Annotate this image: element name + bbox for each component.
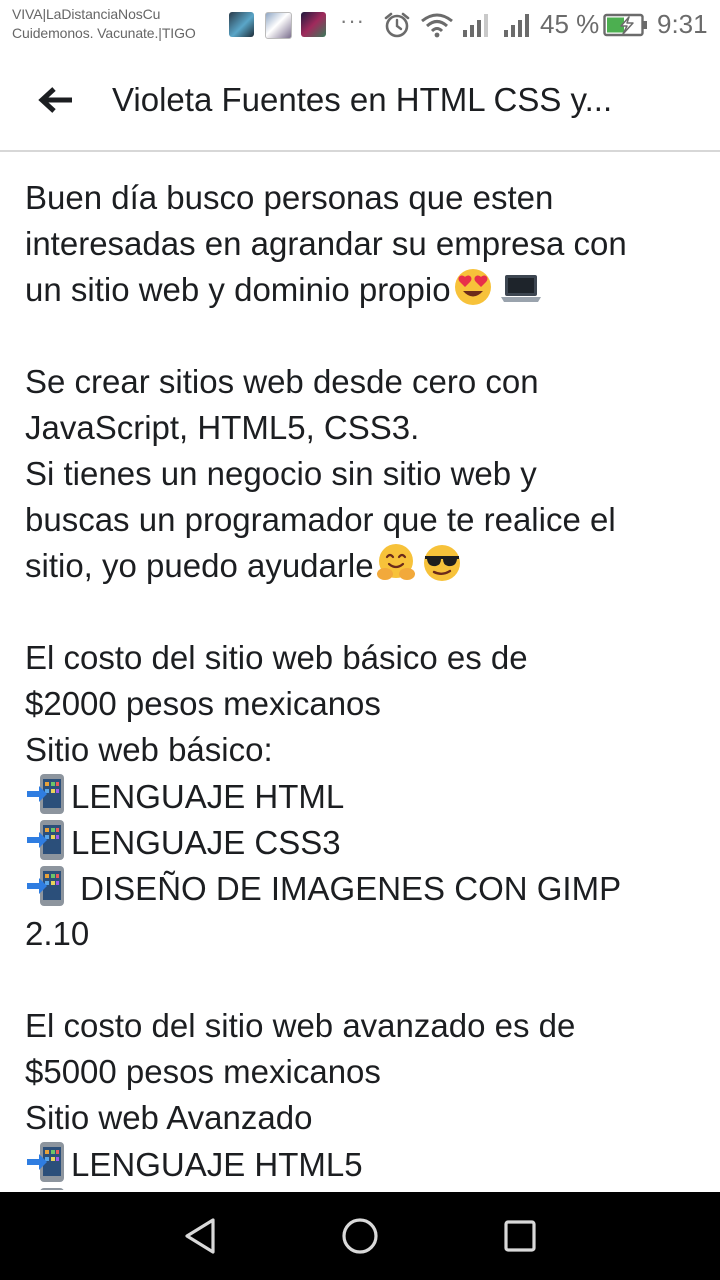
screen: VIVA|LaDistanciaNosCu Cuidemonos. Vacuna… xyxy=(0,0,720,1280)
post-line: $5000 pesos mexicanos xyxy=(25,1049,705,1095)
post-line: JavaScript, HTML5, CSS3. xyxy=(25,405,705,451)
laptop-emoji xyxy=(500,275,541,302)
post-line: Sitio web básico: xyxy=(25,727,705,773)
post-line: El costo del sitio web avanzado es de xyxy=(25,1003,705,1049)
mobile-phone-arrow-emoji xyxy=(27,866,64,906)
post-line: LENGUAJE HTML xyxy=(25,773,705,819)
post-line: buscas un programador que te realice el xyxy=(25,497,705,543)
post-line: LENGUAJE CSS3 xyxy=(25,819,705,865)
battery-charging-icon xyxy=(603,13,647,37)
post-line: Si tienes un negocio sin sitio web y xyxy=(25,451,705,497)
post-line xyxy=(25,1187,705,1190)
notification-app-icon xyxy=(229,12,254,37)
mobile-phone-arrow-emoji xyxy=(40,1188,64,1190)
post-line-text: $2000 pesos mexicanos xyxy=(25,685,381,722)
post-line-text: Si tienes un negocio sin sitio web y xyxy=(25,455,537,492)
circle-home-icon xyxy=(342,1218,378,1254)
post-line-text: un sitio web y dominio propio xyxy=(25,271,451,308)
alarm-clock-icon xyxy=(384,12,410,38)
heart-eyes-emoji xyxy=(454,269,491,305)
post-body: Buen día busco personas que esten intere… xyxy=(25,175,705,1190)
app-bar: Violeta Fuentes en HTML CSS y... xyxy=(0,50,720,152)
post-line-text: El costo del sitio web básico es de xyxy=(25,639,528,676)
post-line: sitio, yo puedo ayudarle xyxy=(25,543,705,589)
post-line-text: sitio, yo puedo ayudarle xyxy=(25,547,374,584)
mobile-phone-arrow-emoji xyxy=(27,1142,64,1182)
sunglasses-emoji xyxy=(423,545,460,581)
hugging-face-emoji xyxy=(376,544,415,580)
cell-signal-icon xyxy=(504,14,529,37)
cell-signal-icon xyxy=(463,14,488,37)
post-line: un sitio web y dominio propio xyxy=(25,267,705,313)
mobile-phone-arrow-emoji xyxy=(27,820,64,860)
post-line: Buen día busco personas que esten xyxy=(25,175,705,221)
post-line: Sitio web Avanzado xyxy=(25,1095,705,1141)
post-line-text: JavaScript, HTML5, CSS3. xyxy=(25,409,420,446)
nav-back-button[interactable] xyxy=(178,1214,222,1258)
post-line-text: Sitio web Avanzado xyxy=(25,1099,313,1136)
post-line: $2000 pesos mexicanos xyxy=(25,681,705,727)
square-recents-icon xyxy=(504,1220,536,1252)
carrier-line-2: Cuidemonos. Vacunate.|TIGO xyxy=(12,25,196,41)
post-line-text: $5000 pesos mexicanos xyxy=(25,1053,381,1090)
page-title: Violeta Fuentes en HTML CSS y... xyxy=(112,81,613,118)
post-line-text: 2.10 xyxy=(25,915,90,952)
arrow-left-icon xyxy=(38,87,72,113)
clock: 9:31 xyxy=(657,9,708,39)
post-line-text: DISEÑO DE IMAGENES CON GIMP xyxy=(71,870,622,907)
notification-app-icon xyxy=(265,12,292,39)
back-button[interactable] xyxy=(28,78,84,122)
post-line-text: LENGUAJE HTML xyxy=(71,778,345,815)
carrier-line-1: VIVA|LaDistanciaNosCu xyxy=(12,6,161,22)
notification-app-icon xyxy=(301,12,326,37)
post-line-text: buscas un programador que te realice el xyxy=(25,501,616,538)
post-line: LENGUAJE HTML5 xyxy=(25,1141,705,1187)
more-notifications-icon: ··· xyxy=(340,8,365,33)
post-line-text: LENGUAJE CSS3 xyxy=(71,824,341,861)
battery-percent: 45 % xyxy=(540,9,600,39)
post-line: El costo del sitio web básico es de xyxy=(25,635,705,681)
status-bar: VIVA|LaDistanciaNosCu Cuidemonos. Vacuna… xyxy=(0,0,720,50)
post-line-text: Se crear sitios web desde cero con xyxy=(25,363,539,400)
nav-home-button[interactable] xyxy=(338,1214,382,1258)
post-line: Se crear sitios web desde cero con xyxy=(25,359,705,405)
system-nav-bar xyxy=(0,1192,720,1280)
post-line-text: Sitio web básico: xyxy=(25,731,273,768)
post-line-text: El costo del sitio web avanzado es de xyxy=(25,1007,576,1044)
triangle-back-icon xyxy=(185,1218,215,1254)
carrier-info: VIVA|LaDistanciaNosCu Cuidemonos. Vacuna… xyxy=(12,5,196,43)
post-line: DISEÑO DE IMAGENES CON GIMP xyxy=(25,865,705,911)
post-line-text: Buen día busco personas que esten xyxy=(25,179,554,216)
wifi-icon xyxy=(421,13,453,38)
post-line-text: LENGUAJE HTML5 xyxy=(71,1146,363,1183)
post-line: interesadas en agrandar su empresa con xyxy=(25,221,705,267)
mobile-phone-arrow-emoji xyxy=(27,774,64,814)
post-line-text: interesadas en agrandar su empresa con xyxy=(25,225,627,262)
post-line: 2.10 xyxy=(25,911,705,957)
nav-recents-button[interactable] xyxy=(498,1214,542,1258)
